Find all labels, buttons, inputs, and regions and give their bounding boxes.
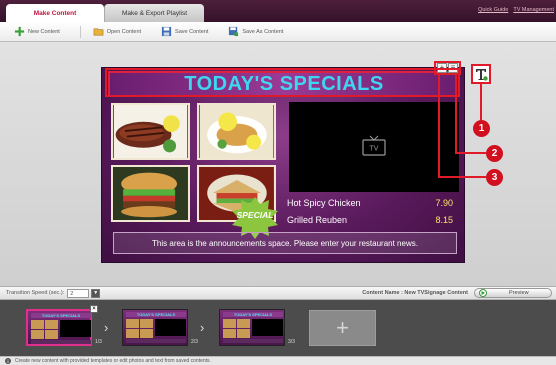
toolbar-divider [79,25,81,38]
thumbnail-photo [223,329,236,338]
chevron-right-icon: › [200,320,205,335]
text-tool-button[interactable] [471,64,491,84]
thumbnail-video [60,320,91,337]
top-tab-bar: Make Content Make & Export Playlist Quic… [0,0,556,22]
save-disk-icon [161,26,172,37]
content-toolbar: New Content Open Content Save Content Sa… [0,22,556,42]
thumbnail-title: TODAY'S SPECIALS [223,312,283,317]
thumbnail-photo [140,329,153,338]
thumbnail-announcement [223,339,283,343]
thumbnail-photo [237,329,250,338]
menu-item-row[interactable]: Grilled Reuben 8.15 [287,212,457,228]
status-bar: i Create new content with provided templ… [0,356,556,365]
title-controls-highlight-box [434,61,461,75]
thumbnail-photo [223,319,236,328]
thumbnail-video [155,319,186,336]
transition-speed-label: Transition Speed (sec.): [6,290,65,296]
preview-button[interactable]: Preview [474,288,552,298]
slide-timeline: TODAY'S SPECIALS × 1/3 › TODAY'S SPECIAL… [0,300,556,356]
open-content-button[interactable]: Open Content [93,26,141,37]
callout-line-1 [480,84,482,120]
thumbnail-photo [126,319,139,328]
thumbnail-photo [31,330,44,339]
callout-line-2v [455,75,457,153]
text-tool-icon [476,69,488,81]
steak-image [113,105,188,158]
announcement-text: This area is the announcements space. Pl… [152,238,418,248]
slide-thumbnail[interactable]: TODAY'S SPECIALS [122,309,188,346]
new-content-button[interactable]: New Content [14,26,60,37]
menu-item-row[interactable]: Hot Spicy Chicken 7.90 [287,195,457,211]
menu-item-price: 8.15 [435,215,453,225]
preview-label: Preview [509,290,529,296]
burger-image [113,167,188,220]
thumbnail-photo [45,320,58,329]
status-text: Create new content with provided templat… [15,358,211,364]
lemon-dish-image [199,105,274,158]
open-content-label: Open Content [106,28,142,35]
plus-icon [14,26,25,37]
tv-icon: TV [362,135,386,156]
save-content-button[interactable]: Save Content [161,26,208,37]
thumbnail-photo [31,320,44,329]
thumbnail-title: TODAY'S SPECIALS [31,313,91,318]
tv-icon-label: TV [370,146,379,153]
tab-make-content[interactable]: Make Content [6,4,104,22]
quick-guide-link[interactable]: Quick Guide [478,7,508,13]
save-as-content-button[interactable]: Save As Content [228,26,283,37]
callout-line-3v [438,75,440,177]
announcement-box[interactable]: This area is the announcements space. Pl… [113,232,457,254]
add-slide-button[interactable]: + [309,310,376,346]
thumbnail-video [252,319,283,336]
special-badge-text: SPECIAL [236,210,274,220]
callout-line-2h [455,152,486,154]
transition-speed-select[interactable]: 2 [67,288,90,298]
callout-number-3: 3 [486,169,503,186]
tv-management-link[interactable]: TV Management [513,7,554,13]
thumbnail-photo [237,319,250,328]
food-photo-lemon-dish[interactable] [197,103,276,160]
thumbnail-announcement [31,340,91,344]
callout-number-2: 2 [486,145,503,162]
video-placeholder[interactable]: TV [289,102,459,192]
slide-thumbnail[interactable]: TODAY'S SPECIALS [219,309,285,346]
thumbnail-count: 3/3 [288,339,295,345]
food-photo-burger[interactable] [111,165,190,222]
thumbnail-title: TODAY'S SPECIALS [126,312,186,317]
tab-make-export-playlist[interactable]: Make & Export Playlist [104,4,204,22]
top-links: Quick Guide TV Management [478,7,554,13]
food-photo-steak[interactable] [111,103,190,160]
thumbnail-photo [126,329,139,338]
save-as-content-label: Save As Content [242,28,284,35]
menu-item-price: 7.90 [435,198,453,208]
chevron-right-icon: › [104,320,109,335]
play-icon [479,289,487,297]
transition-bar: Transition Speed (sec.): 2 ▼ Content Nam… [0,286,556,300]
callout-line-3h [438,176,486,178]
save-as-icon [229,26,239,37]
thumbnail-count: 1/3 [95,339,102,345]
slide-thumbnail[interactable]: TODAY'S SPECIALS [26,309,92,346]
new-content-label: New Content [28,28,60,35]
callout-number-1: 1 [473,120,490,137]
thumbnail-photo [45,330,58,339]
thumbnail-count: 2/3 [191,339,198,345]
save-content-label: Save Content [175,28,209,35]
menu-item-name: Grilled Reuben [287,215,348,225]
menu-item-name: Hot Spicy Chicken [287,198,361,208]
content-name-label: Content Name : New TVSignage Content [362,290,468,296]
info-icon: i [5,358,11,364]
title-highlight-box [105,68,460,97]
chevron-down-icon[interactable]: ▼ [91,288,101,298]
plus-icon: + [336,315,349,340]
folder-icon [93,28,104,36]
thumbnail-photo [140,319,153,328]
close-icon[interactable]: × [90,305,98,313]
thumbnail-announcement [126,339,186,343]
